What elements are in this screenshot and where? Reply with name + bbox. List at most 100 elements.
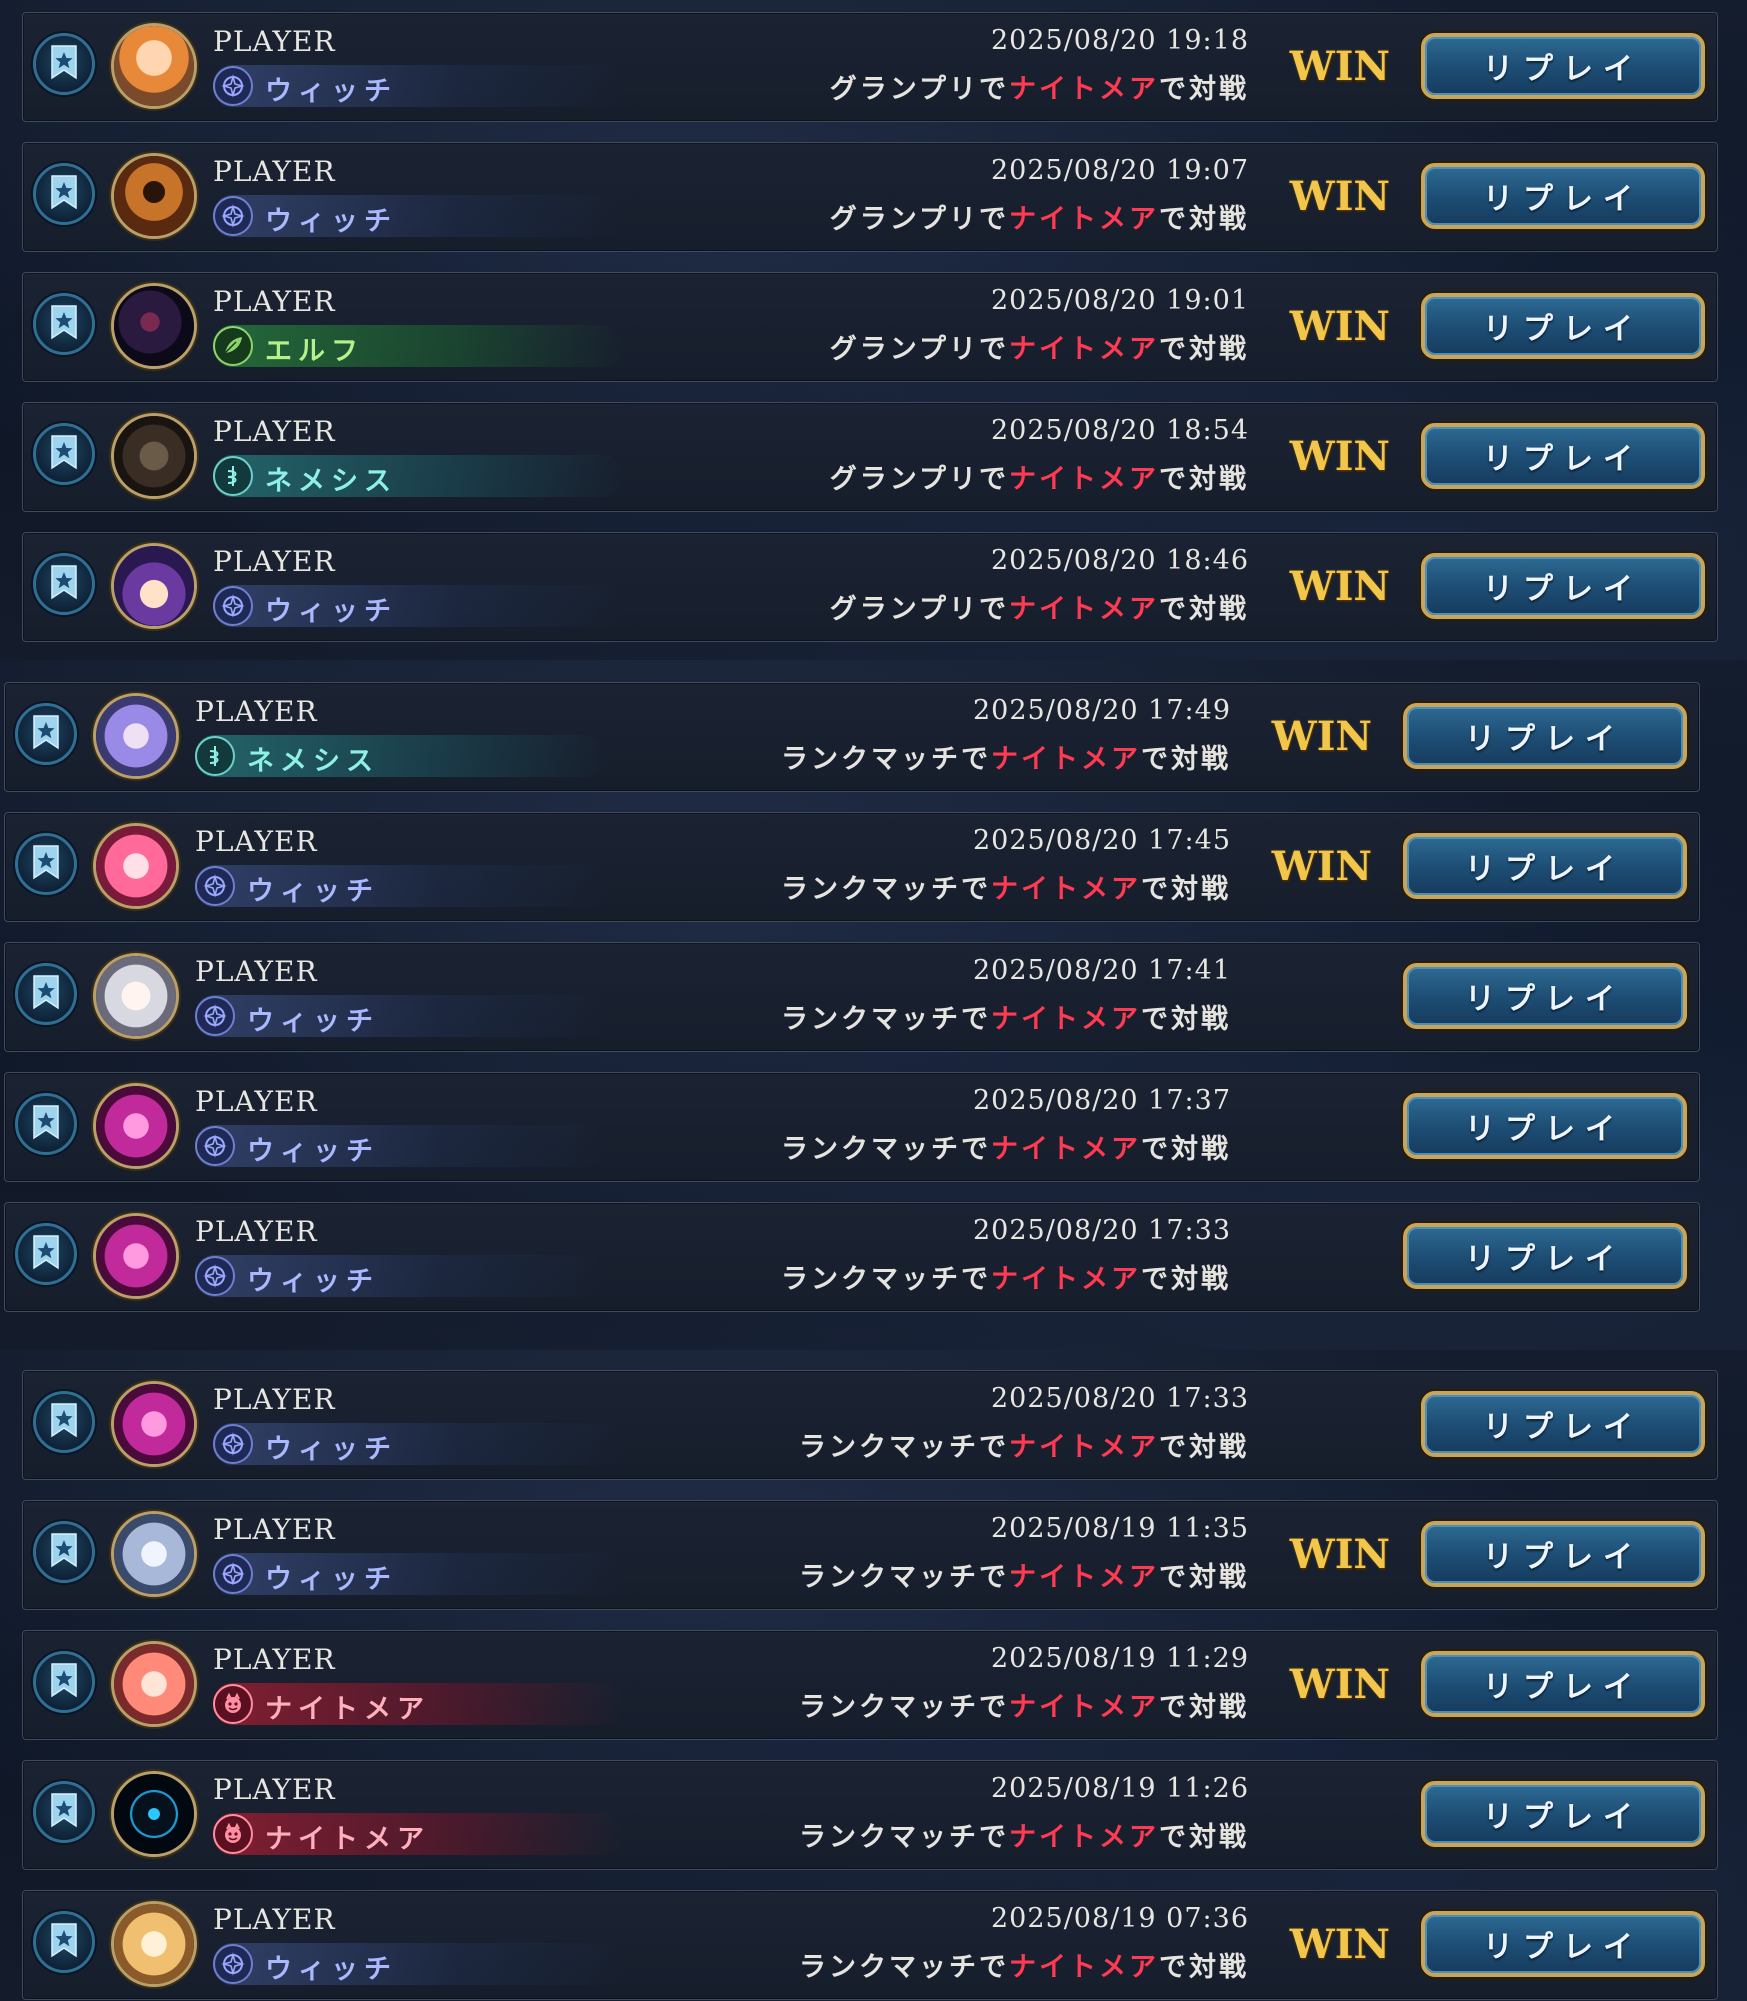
match-datetime: 2025/08/20 17:49: [972, 695, 1231, 726]
match-connector: で: [979, 1562, 1009, 1593]
replay-button[interactable]: リプレイ: [1421, 1651, 1705, 1717]
favorite-bookmark-button[interactable]: [33, 1651, 95, 1713]
nightmare-class-icon: [213, 1814, 253, 1854]
win-badge: WIN: [1289, 1661, 1390, 1708]
favorite-bookmark-button[interactable]: [33, 423, 95, 485]
bookmark-star-icon: [48, 1792, 80, 1832]
avatar-portrait-magenta-girl: [96, 1216, 176, 1296]
own-class: ナイトメア: [1009, 464, 1159, 495]
match-description: ランクマッチでナイトメアで対戦: [799, 1815, 1249, 1854]
bookmark-star-icon: [30, 844, 62, 884]
replay-button[interactable]: リプレイ: [1421, 553, 1705, 619]
replay-button[interactable]: リプレイ: [1421, 1391, 1705, 1457]
own-class: ナイトメア: [1009, 204, 1159, 235]
replay-button[interactable]: リプレイ: [1421, 1521, 1705, 1587]
bookmark-star-icon: [48, 1662, 80, 1702]
bookmark-star-icon: [30, 1234, 62, 1274]
win-badge: WIN: [1289, 1531, 1390, 1578]
opponent-avatar: [93, 953, 179, 1039]
nightmare-class-icon: [213, 1684, 253, 1724]
opponent-avatar: [93, 1083, 179, 1169]
replay-button[interactable]: リプレイ: [1403, 833, 1687, 899]
witch-class-icon: [195, 1126, 235, 1166]
match-connector: で: [979, 1822, 1009, 1853]
favorite-bookmark-button[interactable]: [33, 33, 95, 95]
match-description: グランプリでナイトメアで対戦: [830, 327, 1249, 366]
win-badge: WIN: [1271, 843, 1372, 890]
match-description: ランクマッチでナイトメアで対戦: [799, 1555, 1249, 1594]
player-name: PLAYER: [195, 955, 318, 988]
match-mode: ランクマッチ: [781, 1264, 961, 1295]
replay-button[interactable]: リプレイ: [1421, 1781, 1705, 1847]
match-suffix: で対戦: [1159, 464, 1249, 495]
replay-button[interactable]: リプレイ: [1403, 1223, 1687, 1289]
class-label: ウィッチ: [265, 596, 397, 627]
own-class: ナイトメア: [1009, 1562, 1159, 1593]
favorite-bookmark-button[interactable]: [15, 1093, 77, 1155]
match-description: ランクマッチでナイトメアで対戦: [799, 1945, 1249, 1984]
match-suffix: で対戦: [1141, 1004, 1231, 1035]
match-connector: で: [979, 594, 1009, 625]
favorite-bookmark-button[interactable]: [33, 1521, 95, 1583]
match-suffix: で対戦: [1141, 744, 1231, 775]
class-label: ウィッチ: [247, 1266, 379, 1297]
class-label: ナイトメア: [265, 1824, 430, 1855]
match-description: ランクマッチでナイトメアで対戦: [781, 1257, 1231, 1296]
replay-button[interactable]: リプレイ: [1421, 293, 1705, 359]
replay-button[interactable]: リプレイ: [1421, 33, 1705, 99]
own-class: ナイトメア: [991, 1004, 1141, 1035]
win-badge: WIN: [1289, 303, 1390, 350]
battle-record-row: PLAYER ウィッチ 2025/08/19 11:35 ランクマッチでナイトメアで対…: [22, 1500, 1718, 1610]
opponent-avatar: [111, 543, 197, 629]
battle-record-row: PLAYER ウィッチ 2025/08/19 07:36 ランクマッチでナイトメアで対…: [22, 1890, 1718, 2000]
favorite-bookmark-button[interactable]: [15, 1223, 77, 1285]
favorite-bookmark-button[interactable]: [33, 163, 95, 225]
favorite-bookmark-button[interactable]: [33, 1391, 95, 1453]
class-label: ウィッチ: [247, 876, 379, 907]
witch-class-icon: [195, 1256, 235, 1296]
replay-button[interactable]: リプレイ: [1421, 163, 1705, 229]
class-label: ネメシス: [265, 466, 397, 497]
favorite-bookmark-button[interactable]: [15, 703, 77, 765]
battle-record-row: PLAYER ウィッチ 2025/08/20 18:46 グランプリでナイトメアで対戦…: [22, 532, 1718, 642]
opponent-class-badge: ウィッチ: [213, 1423, 623, 1465]
match-connector: で: [961, 874, 991, 905]
favorite-bookmark-button[interactable]: [33, 1781, 95, 1843]
class-label: ウィッチ: [265, 1564, 397, 1595]
match-mode: ランクマッチ: [781, 1004, 961, 1035]
replay-button[interactable]: リプレイ: [1403, 963, 1687, 1029]
own-class: ナイトメア: [1009, 594, 1159, 625]
match-mode: ランクマッチ: [781, 874, 961, 905]
match-connector: で: [979, 1692, 1009, 1723]
history-section: PLAYER ウィッチ 2025/08/20 19:18 グランプリでナイトメアで対戦…: [0, 0, 1747, 660]
favorite-bookmark-button[interactable]: [33, 1911, 95, 1973]
opponent-avatar: [111, 1771, 197, 1857]
favorite-bookmark-button[interactable]: [33, 293, 95, 355]
witch-class-icon: [195, 866, 235, 906]
favorite-bookmark-button[interactable]: [15, 833, 77, 895]
match-description: ランクマッチでナイトメアで対戦: [799, 1685, 1249, 1724]
avatar-portrait-magenta-girl: [96, 1086, 176, 1166]
opponent-class-badge: ウィッチ: [213, 195, 623, 237]
replay-button[interactable]: リプレイ: [1421, 423, 1705, 489]
match-description: グランプリでナイトメアで対戦: [830, 197, 1249, 236]
replay-button[interactable]: リプレイ: [1403, 1093, 1687, 1159]
witch-class-icon: [213, 66, 253, 106]
win-badge: WIN: [1289, 43, 1390, 90]
bookmark-star-icon: [48, 564, 80, 604]
match-datetime: 2025/08/19 11:29: [990, 1643, 1249, 1674]
battle-record-row: PLAYER ウィッチ 2025/08/20 19:07 グランプリでナイトメアで対戦…: [22, 142, 1718, 252]
class-label: エルフ: [265, 336, 364, 367]
match-description: ランクマッチでナイトメアで対戦: [781, 997, 1231, 1036]
favorite-bookmark-button[interactable]: [15, 963, 77, 1025]
match-connector: で: [979, 204, 1009, 235]
avatar-portrait-blonde-girl: [114, 1904, 194, 1984]
replay-button[interactable]: リプレイ: [1421, 1911, 1705, 1977]
own-class: ナイトメア: [991, 874, 1141, 905]
win-badge: WIN: [1289, 433, 1390, 480]
bookmark-star-icon: [30, 1104, 62, 1144]
replay-button[interactable]: リプレイ: [1403, 703, 1687, 769]
battle-record-row: PLAYER ネメシス 2025/08/20 17:49 ランクマッチでナイトメアで対…: [4, 682, 1700, 792]
favorite-bookmark-button[interactable]: [33, 553, 95, 615]
class-label: ネメシス: [247, 746, 379, 777]
